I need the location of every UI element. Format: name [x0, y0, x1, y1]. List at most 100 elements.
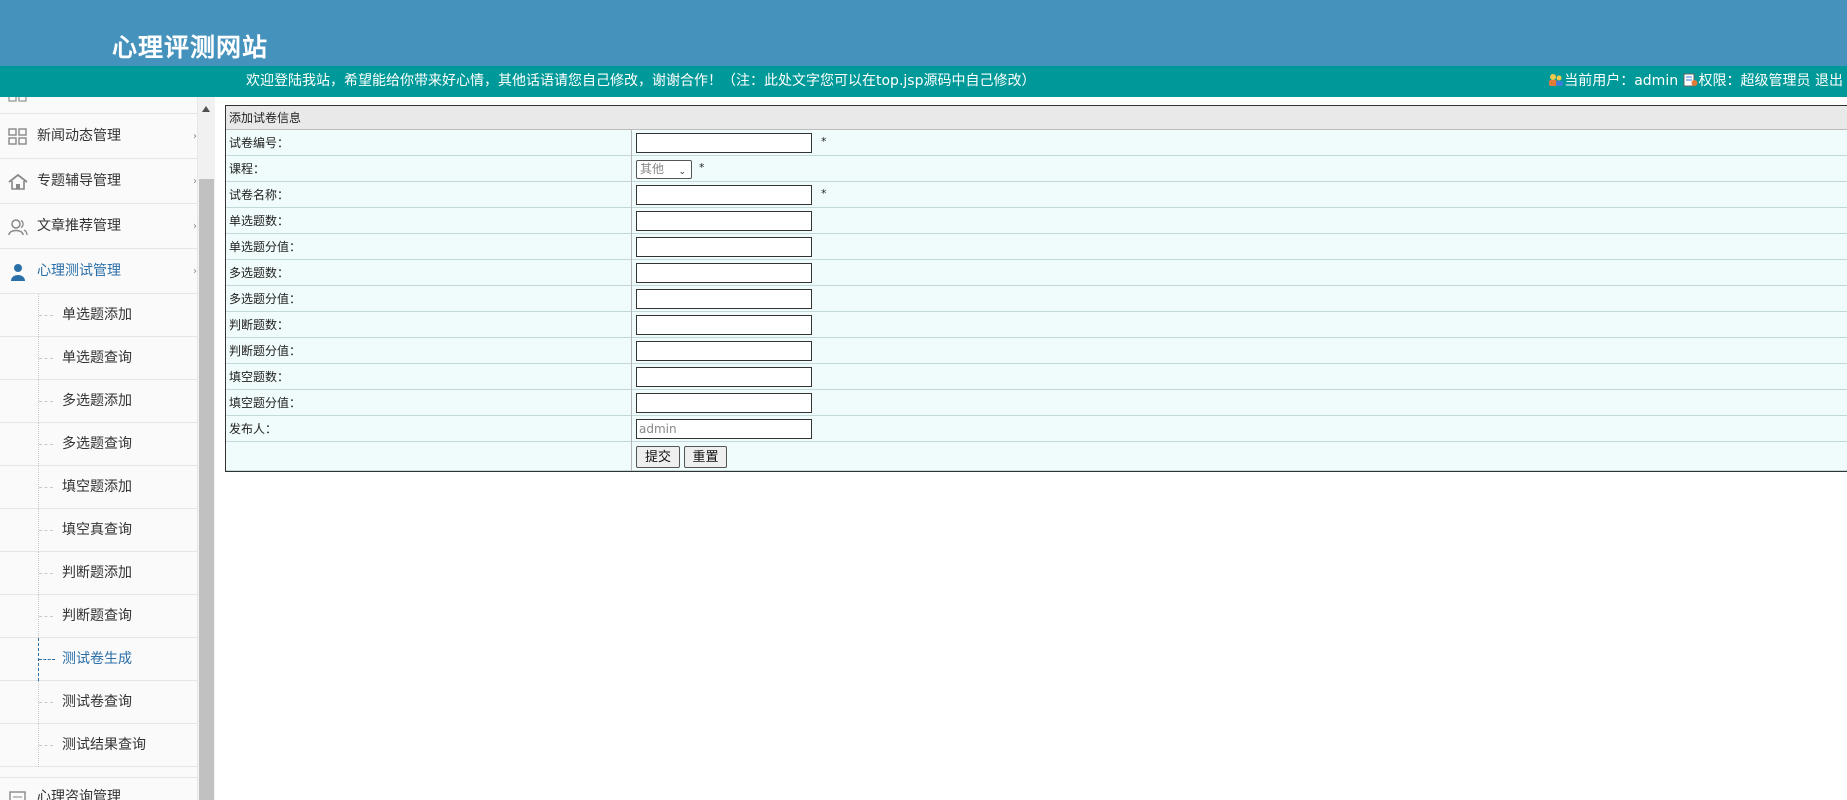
course-select-value: 其他: [640, 162, 665, 176]
sidebar-sub-label: 填空题添加: [62, 479, 132, 495]
sidebar-sub-label: 填空真查询: [62, 522, 132, 538]
form-row: 判断题分值：: [226, 338, 1847, 364]
multi-choice-count-input[interactable]: [636, 263, 812, 283]
top-banner: 心理评测网站: [0, 0, 1847, 66]
form-actions-row: 提交 重置: [226, 442, 1847, 471]
field-label: 发布人：: [226, 416, 632, 442]
form-row: 填空题分值：: [226, 390, 1847, 416]
sidebar-menu-psych-test[interactable]: 心理测试管理 ›: [0, 249, 197, 294]
true-false-score-input[interactable]: [636, 341, 812, 361]
submit-button[interactable]: 提交: [636, 446, 680, 468]
exam-name-input[interactable]: [636, 185, 812, 205]
required-mark: *: [821, 135, 827, 148]
field-label: 课程：: [226, 156, 632, 182]
sidebar-sub-item[interactable]: 测试结果查询: [0, 724, 197, 767]
sidebar-sub-label: 单选题添加: [62, 307, 132, 323]
chevron-icon: ›: [193, 221, 197, 232]
sidebar-sub-item[interactable]: 填空题添加: [0, 466, 197, 509]
partial-icon: [8, 97, 27, 102]
field-label: 试卷名称：: [226, 182, 632, 208]
sidebar-sub-label: 判断题查询: [62, 608, 132, 624]
sidebar-menu-topics[interactable]: 专题辅导管理 ›: [0, 159, 197, 204]
users-icon: [8, 219, 28, 236]
sidebar-sub-label: 多选题添加: [62, 393, 132, 409]
sidebar-menu-label: 心理咨询管理: [37, 789, 121, 800]
sidebar: 新闻动态管理 › 专题辅导管理 › 文章推荐管理 › 心理测试管理 › 单选题添…: [0, 97, 198, 800]
chevron-icon: ›: [193, 176, 197, 187]
course-select[interactable]: 其他 ⌄: [636, 160, 692, 179]
current-user-label: 当前用户：: [1564, 73, 1635, 89]
form-row: 判断题数：: [226, 312, 1847, 338]
publisher-input[interactable]: [636, 419, 812, 439]
sidebar-item-partial[interactable]: [0, 97, 197, 114]
sidebar-sub-item[interactable]: 填空真查询: [0, 509, 197, 552]
doc-icon: [9, 791, 26, 800]
sidebar-sub-label: 测试卷查询: [62, 694, 132, 710]
required-mark: *: [699, 161, 705, 174]
logout-link[interactable]: 退出: [1815, 73, 1843, 89]
field-label: 试卷编号：: [226, 130, 632, 156]
true-false-count-input[interactable]: [636, 315, 812, 335]
sidebar-sub-label: 判断题添加: [62, 565, 132, 581]
sidebar-sub-item[interactable]: 测试卷查询: [0, 681, 197, 724]
required-mark: *: [821, 187, 827, 200]
sidebar-menu-label: 心理测试管理: [37, 263, 121, 279]
exam-number-input[interactable]: [636, 133, 812, 153]
sidebar-menu-news[interactable]: 新闻动态管理 ›: [0, 114, 197, 159]
multi-choice-score-input[interactable]: [636, 289, 812, 309]
welcome-bar: 欢迎登陆我站，希望能给你带来好心情，其他话语请您自己修改，谢谢合作！（注：此处文…: [0, 66, 1847, 97]
users-icon: [1549, 74, 1564, 86]
chevron-icon: ›: [193, 131, 197, 142]
sidebar-sub-item[interactable]: 单选题添加: [0, 294, 197, 337]
sidebar-sub-item-active[interactable]: 测试卷生成: [0, 638, 197, 681]
field-label: 填空题分值：: [226, 390, 632, 416]
user-icon: [11, 264, 25, 281]
add-exam-form: 添加试卷信息 试卷编号： * 课程： 其他 ⌄ * 试卷名称： * 单选题数： …: [225, 105, 1847, 472]
welcome-text: 欢迎登陆我站，希望能给你带来好心情，其他话语请您自己修改，谢谢合作！（注：此处文…: [246, 73, 1036, 89]
single-choice-score-input[interactable]: [636, 237, 812, 257]
sidebar-menu-label: 新闻动态管理: [37, 128, 121, 144]
scrollbar-thumb[interactable]: [199, 179, 214, 800]
sidebar-sub-item[interactable]: 判断题添加: [0, 552, 197, 595]
sidebar-menu-articles[interactable]: 文章推荐管理 ›: [0, 204, 197, 249]
role: 超级管理员: [1740, 73, 1811, 89]
grid-icon: [8, 128, 27, 145]
field-label: 单选题分值：: [226, 234, 632, 260]
reset-button[interactable]: 重置: [684, 446, 727, 468]
sidebar-sub-item[interactable]: 单选题查询: [0, 337, 197, 380]
form-row: 试卷编号： *: [226, 130, 1847, 156]
sidebar-sub-item[interactable]: 多选题添加: [0, 380, 197, 423]
sidebar-sub-item[interactable]: 判断题查询: [0, 595, 197, 638]
fill-blank-score-input[interactable]: [636, 393, 812, 413]
field-label: 判断题分值：: [226, 338, 632, 364]
home-icon: [8, 173, 28, 190]
form-row: 课程： 其他 ⌄ *: [226, 156, 1847, 182]
form-row: 发布人：: [226, 416, 1847, 442]
single-choice-count-input[interactable]: [636, 211, 812, 231]
sidebar-scrollbar[interactable]: [198, 97, 215, 800]
role-label: 权限：: [1698, 73, 1741, 89]
sidebar-sub-item[interactable]: 多选题查询: [0, 423, 197, 466]
field-label: 填空题数：: [226, 364, 632, 390]
form-row: 试卷名称： *: [226, 182, 1847, 208]
sidebar-sub-label: 测试卷生成: [62, 651, 132, 667]
form-row: 单选题数：: [226, 208, 1847, 234]
field-label: 单选题数：: [226, 208, 632, 234]
sidebar-sub-label: 多选题查询: [62, 436, 132, 452]
current-user: admin: [1634, 73, 1679, 89]
form-row: 单选题分值：: [226, 234, 1847, 260]
form-row: 多选题数：: [226, 260, 1847, 286]
user-info: 当前用户：admin 权限：超级管理员 退出: [1548, 66, 1843, 97]
site-title: 心理评测网站: [112, 33, 269, 62]
sidebar-sub-label: 测试结果查询: [62, 737, 146, 753]
sidebar-menu-label: 文章推荐管理: [37, 218, 121, 234]
fill-blank-count-input[interactable]: [636, 367, 812, 387]
form-row: 多选题分值：: [226, 286, 1847, 312]
sidebar-menu-consult[interactable]: 心理咨询管理: [0, 777, 197, 800]
sidebar-menu-label: 专题辅导管理: [37, 173, 121, 189]
scroll-up-arrow-icon[interactable]: [202, 106, 210, 112]
permission-icon: [1683, 73, 1698, 87]
field-label: 多选题分值：: [226, 286, 632, 312]
chevron-down-icon: ⌄: [678, 167, 686, 177]
form-row: 填空题数：: [226, 364, 1847, 390]
